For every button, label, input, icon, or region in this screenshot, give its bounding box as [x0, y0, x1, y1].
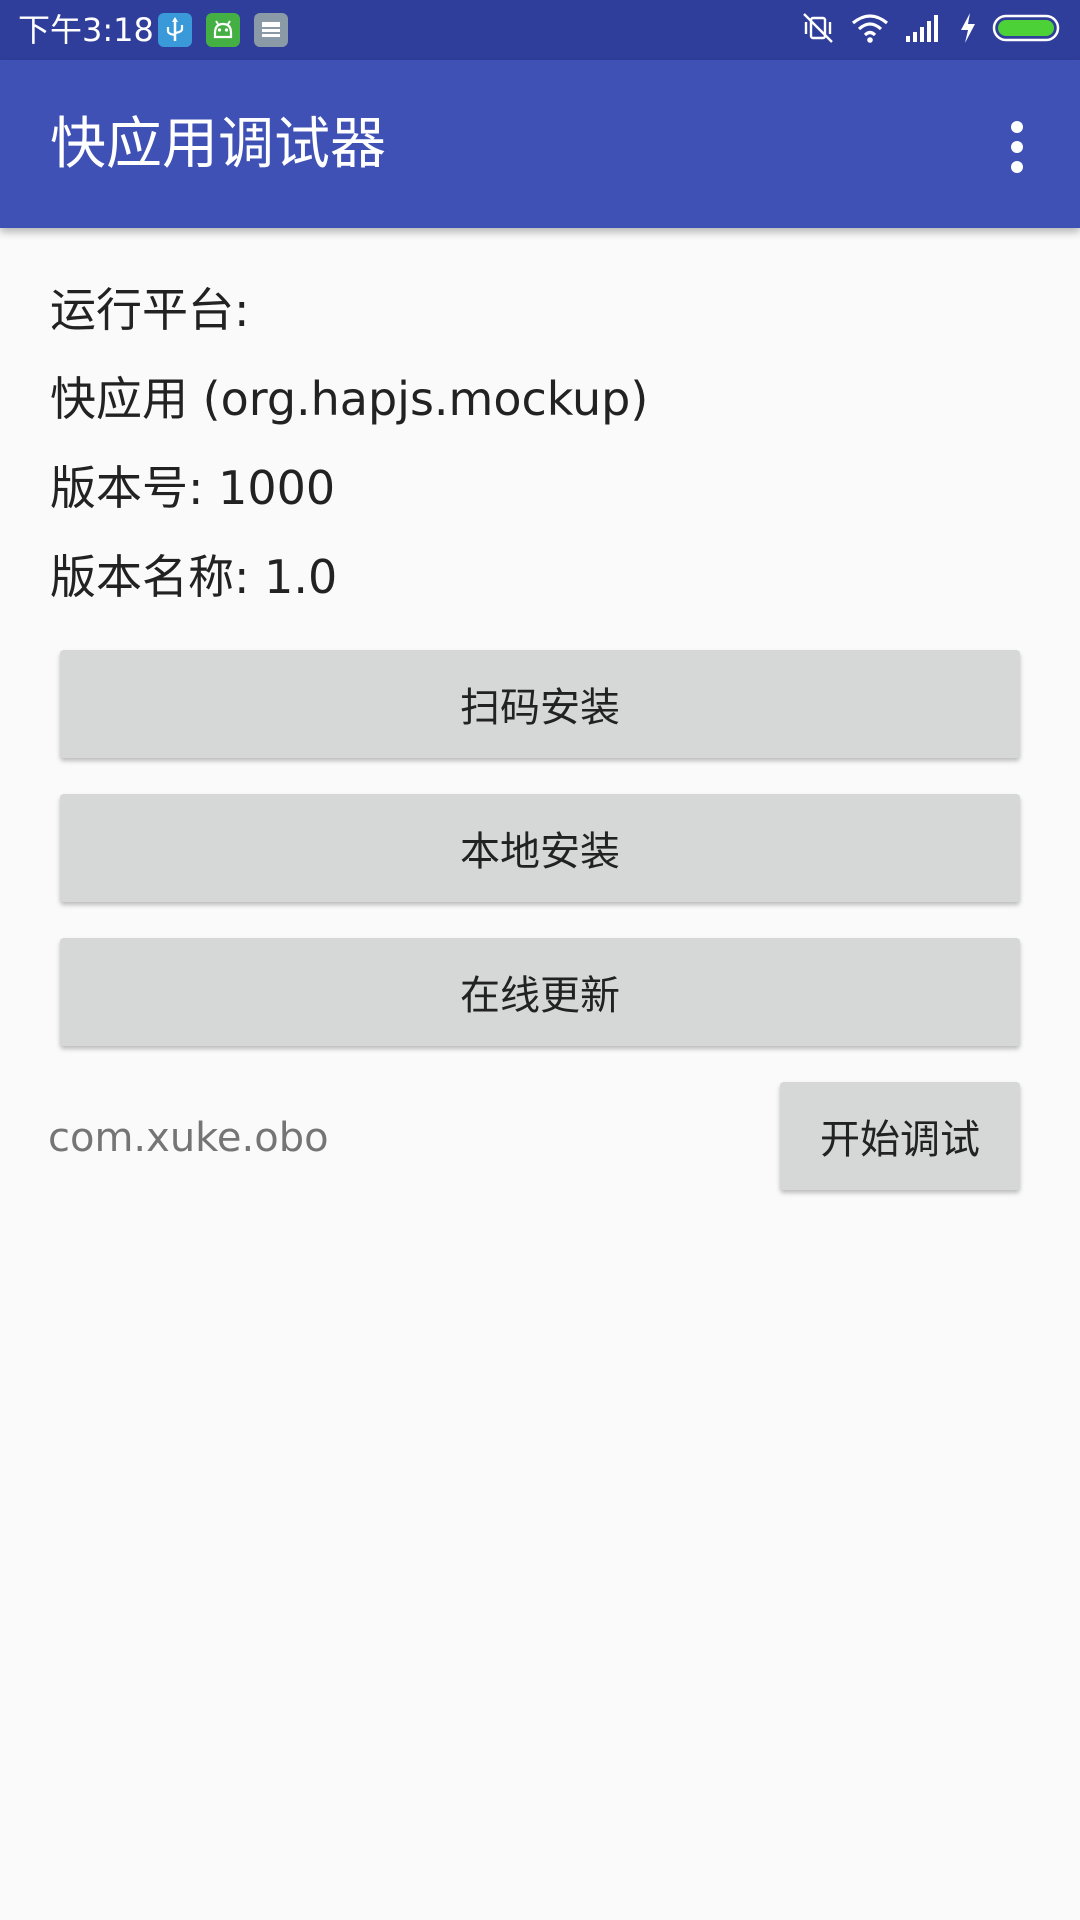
- wifi-icon: [850, 11, 890, 49]
- storage-icon: [254, 13, 288, 47]
- vibrate-icon: [800, 10, 836, 50]
- platform-label: 运行平台:: [50, 283, 250, 337]
- online-update-button[interactable]: 在线更新: [60, 938, 1020, 1046]
- battery-icon: [992, 12, 1064, 48]
- local-install-button[interactable]: 本地安装: [60, 794, 1020, 902]
- status-icons: [800, 0, 1064, 60]
- usb-icon: [158, 13, 192, 47]
- version-name: 版本名称: 1.0: [50, 550, 338, 604]
- version-code: 版本号: 1000: [50, 461, 336, 515]
- charging-icon: [958, 11, 978, 49]
- app-title: 快应用调试器: [50, 112, 386, 177]
- scan-install-button[interactable]: 扫码安装: [60, 650, 1020, 758]
- status-time: 下午3:18: [18, 11, 154, 49]
- signal-icon: [904, 12, 944, 48]
- app-bar: 快应用调试器: [0, 60, 1080, 228]
- more-vert-icon[interactable]: [982, 112, 1052, 182]
- package-name-input[interactable]: [48, 1108, 748, 1168]
- android-icon: [206, 13, 240, 47]
- platform-value: 快应用 (org.hapjs.mockup): [50, 372, 649, 426]
- start-debug-button[interactable]: 开始调试: [780, 1082, 1020, 1190]
- status-bar: 下午3:18: [0, 0, 1080, 60]
